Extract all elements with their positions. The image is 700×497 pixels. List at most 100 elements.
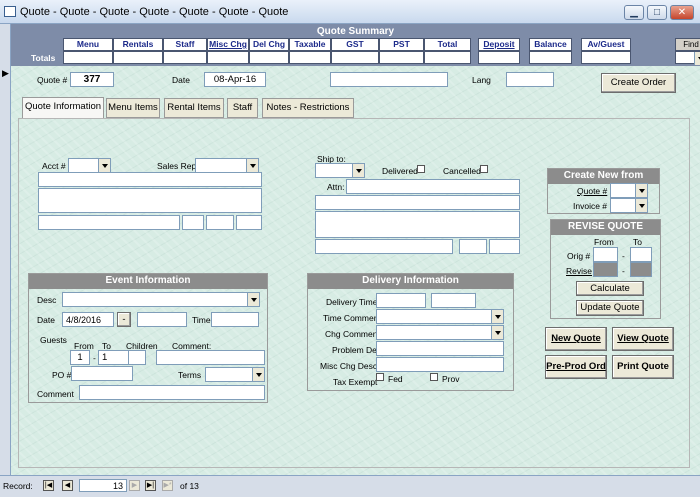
create-quote-label: Quote #	[577, 186, 608, 196]
delivered-checkbox[interactable]	[417, 165, 425, 173]
tab-notes-restrictions[interactable]: Notes - Restrictions	[262, 98, 354, 118]
ship-postal-field[interactable]	[489, 239, 520, 254]
previous-record-icon[interactable]: ◀	[62, 480, 73, 491]
del-chg-total-field	[249, 51, 289, 64]
problem-del-field[interactable]	[376, 341, 504, 356]
col-deposit[interactable]: Deposit	[478, 38, 520, 51]
form-icon	[4, 6, 16, 17]
col-balance: Balance	[529, 38, 572, 51]
find-quote-label: Find Quote	[675, 38, 700, 60]
date-picker-button[interactable]: -	[117, 312, 131, 327]
current-record-field[interactable]: 13	[79, 479, 127, 492]
quote-desc-field[interactable]	[330, 72, 448, 87]
ship-name-field[interactable]	[315, 195, 520, 210]
ship-to-combo[interactable]	[315, 163, 365, 178]
po-field[interactable]	[71, 366, 133, 381]
pre-prod-order-button[interactable]: Pre-Prod Ord	[545, 355, 607, 379]
acct-combo[interactable]	[68, 158, 111, 173]
misc-chg-total-field	[207, 51, 249, 64]
quote-number-label: Quote #	[37, 75, 68, 85]
create-invoice-label: Invoice #	[573, 201, 608, 211]
customer-prov-field[interactable]	[182, 215, 204, 230]
cancelled-checkbox[interactable]	[480, 165, 488, 173]
orig-to-field[interactable]	[630, 247, 652, 262]
print-quote-button[interactable]: Print Quote	[612, 355, 674, 379]
new-quote-button[interactable]: New Quote	[545, 327, 607, 351]
chevron-down-icon[interactable]	[635, 199, 647, 212]
chevron-down-icon[interactable]	[491, 310, 503, 323]
terms-combo[interactable]	[205, 367, 265, 382]
chevron-down-icon[interactable]	[252, 368, 264, 381]
chevron-down-icon[interactable]	[694, 52, 700, 65]
misc-chg-desc-field[interactable]	[376, 357, 504, 372]
quote-number-field[interactable]: 377	[70, 72, 114, 87]
col-staff: Staff	[163, 38, 207, 51]
attn-field[interactable]	[346, 179, 520, 194]
date-label: Date	[172, 75, 190, 85]
date-field[interactable]: 08-Apr-16	[204, 72, 266, 87]
ship-address-field[interactable]	[315, 211, 520, 238]
close-button[interactable]: ✕	[670, 5, 694, 20]
customer-postal-field[interactable]	[206, 215, 234, 230]
last-record-icon[interactable]: ▶|	[145, 480, 156, 491]
chevron-down-icon[interactable]	[98, 159, 110, 172]
col-taxable: Taxable	[289, 38, 331, 51]
event-comment-field[interactable]	[79, 385, 265, 400]
attn-label: Attn:	[327, 182, 345, 192]
create-from-invoice-combo[interactable]	[610, 198, 648, 213]
lang-field[interactable]	[506, 72, 554, 87]
tab-quote-information[interactable]: Quote Information	[22, 97, 104, 119]
view-quote-button[interactable]: View Quote	[612, 327, 674, 351]
grand-total-field	[424, 51, 471, 64]
sales-rep-combo[interactable]	[195, 158, 259, 173]
tab-staff[interactable]: Staff	[227, 98, 258, 118]
taxable-total-field	[289, 51, 331, 64]
ship-prov-field[interactable]	[459, 239, 487, 254]
customer-address-field[interactable]	[38, 188, 262, 213]
delivery-time-end-field[interactable]	[431, 293, 476, 308]
guest-comment-field[interactable]	[156, 350, 265, 365]
chg-comment-combo[interactable]	[376, 325, 504, 340]
delivered-label: Delivered	[382, 166, 418, 176]
title-bar: Quote - Quote - Quote - Quote - Quote - …	[0, 0, 700, 24]
ship-city-field[interactable]	[315, 239, 453, 254]
create-order-button[interactable]: Create Order	[601, 73, 676, 93]
event-time-field[interactable]	[211, 312, 259, 327]
record-selector[interactable]: ▶	[0, 24, 11, 475]
maximize-button[interactable]: □	[647, 5, 667, 20]
event-date-text-field[interactable]	[137, 312, 187, 327]
first-record-icon[interactable]: |◀	[43, 480, 54, 491]
quote-summary-header: Quote Summary Totals Menu Rentals Staff …	[11, 24, 700, 66]
find-quote-combo[interactable]	[675, 51, 700, 65]
event-date-field[interactable]: 4/8/2016	[62, 312, 114, 327]
children-field[interactable]	[128, 350, 146, 365]
chevron-down-icon[interactable]	[247, 293, 259, 306]
new-record-icon: ▶*	[162, 480, 173, 491]
chevron-down-icon[interactable]	[246, 159, 258, 172]
sales-rep-label: Sales Rep	[157, 161, 197, 171]
customer-phone-field[interactable]	[236, 215, 262, 230]
problem-del-label: Problem Del	[332, 345, 379, 355]
tab-menu-items[interactable]: Menu Items	[106, 98, 160, 118]
rentals-total-field	[113, 51, 163, 64]
col-misc-chg[interactable]: Misc Chg	[207, 38, 249, 51]
minimize-button[interactable]: ▁	[624, 5, 644, 20]
update-quote-button[interactable]: Update Quote	[576, 300, 644, 316]
customer-name-field[interactable]	[38, 172, 262, 187]
time-comment-combo[interactable]	[376, 309, 504, 324]
create-from-quote-combo[interactable]	[610, 183, 648, 198]
chevron-down-icon[interactable]	[491, 326, 503, 339]
guests-from-field[interactable]: 1	[70, 350, 90, 365]
delivery-time-field[interactable]	[376, 293, 426, 308]
chevron-down-icon[interactable]	[352, 164, 364, 177]
prov-checkbox[interactable]	[430, 373, 438, 381]
orig-from-field[interactable]	[593, 247, 618, 262]
staff-total-field	[163, 51, 207, 64]
chevron-down-icon[interactable]	[635, 184, 647, 197]
calculate-button[interactable]: Calculate	[576, 281, 644, 296]
customer-city-field[interactable]	[38, 215, 180, 230]
fed-checkbox[interactable]	[376, 373, 384, 381]
tab-rental-items[interactable]: Rental Items	[164, 98, 224, 118]
revise-from-field	[593, 262, 618, 277]
event-desc-combo[interactable]	[62, 292, 260, 307]
